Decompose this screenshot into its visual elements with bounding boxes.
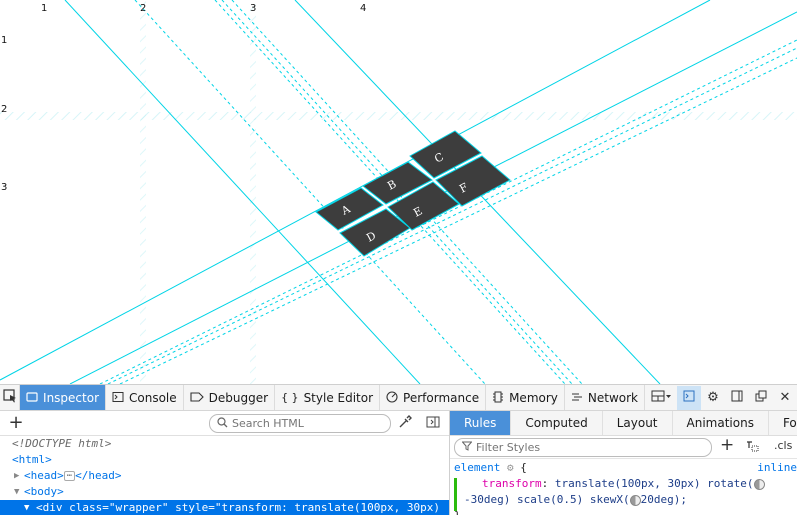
- markup-node-html[interactable]: <html>: [0, 452, 449, 468]
- gear-icon: ⚙: [707, 390, 719, 405]
- angle-swatch-icon[interactable]: [753, 478, 765, 490]
- markup-tree: <!DOCTYPE html> <html> ▶ <head> ⋯ </head> …: [0, 436, 449, 515]
- collapse-arrow-icon[interactable]: ▼: [24, 500, 29, 515]
- close-icon: ✕: [779, 390, 791, 405]
- toggle-pseudo-classes-button[interactable]: [746, 440, 760, 456]
- plus-icon: +: [720, 435, 735, 455]
- toggle-sidebar-button[interactable]: [426, 415, 440, 433]
- plus-icon: +: [8, 412, 24, 433]
- collapsed-content-badge[interactable]: ⋯: [63, 471, 76, 481]
- tab-network[interactable]: Network: [565, 385, 645, 410]
- rules-sidebar: Rules Computed Layout Animations Fo + .c…: [450, 411, 797, 515]
- changed-indicator: [454, 478, 457, 511]
- performance-icon: [386, 390, 398, 405]
- split-console-button[interactable]: [677, 385, 701, 410]
- layout-options-button[interactable]: [645, 386, 677, 410]
- page-viewport: A B C D E F 1 2 3 4 1 2 3: [0, 0, 797, 384]
- window-icon: [755, 390, 767, 406]
- grid-col-number: 4: [360, 3, 367, 14]
- search-icon: [217, 416, 228, 431]
- inspector-icon: [26, 391, 38, 405]
- console-icon: [112, 391, 124, 405]
- toolbar-right-controls: ⚙ ✕: [645, 385, 797, 410]
- property-value[interactable]: translate(100px, 30px) rotate(: [555, 477, 754, 490]
- markup-node-head[interactable]: ▶ <head> ⋯ </head>: [0, 468, 449, 484]
- element-rule-icon: ⚙: [506, 461, 514, 474]
- eyedropper-icon: [398, 415, 412, 433]
- memory-icon: [492, 391, 504, 405]
- settings-button[interactable]: ⚙: [701, 386, 725, 410]
- grid-col-number: 2: [140, 3, 147, 14]
- toggle-classes-button[interactable]: .cls: [774, 439, 792, 452]
- debugger-icon: [190, 391, 204, 405]
- network-icon: [571, 391, 583, 405]
- dock-side-button[interactable]: [725, 386, 749, 410]
- css-rule-element: element ⚙ { inline transform: translate(…: [450, 459, 797, 515]
- tab-rules[interactable]: Rules: [450, 411, 512, 435]
- tab-memory[interactable]: Memory: [486, 385, 565, 410]
- split-console-icon: [683, 390, 695, 406]
- tab-computed[interactable]: Computed: [511, 411, 603, 435]
- tab-style-editor[interactable]: { } Style Editor: [275, 385, 381, 410]
- tab-debugger[interactable]: Debugger: [184, 385, 276, 410]
- rule-declaration-wrap: -30deg) scale(0.5) skewX(20deg);: [464, 493, 687, 506]
- angle-swatch-icon[interactable]: [629, 494, 641, 506]
- element-picker-button[interactable]: [0, 385, 21, 410]
- tab-inspector[interactable]: Inspector: [20, 385, 107, 410]
- layout-icon: [651, 390, 671, 406]
- tab-console[interactable]: Console: [106, 385, 184, 410]
- grid-col-number: 1: [41, 3, 48, 14]
- rule-selector-line: element ⚙ { inline: [454, 460, 797, 476]
- markup-node-body[interactable]: ▼ <body>: [0, 484, 449, 500]
- separate-window-button[interactable]: [749, 386, 773, 410]
- css-grid-overlay: A B C D E F: [0, 0, 797, 384]
- rule-declaration[interactable]: transform: translate(100px, 30px) rotate…: [454, 476, 797, 492]
- tab-performance[interactable]: Performance: [380, 385, 487, 410]
- dock-side-icon: [731, 390, 743, 406]
- markup-node-div-wrapper[interactable]: ▼ <div class="wrapper" style="transform:…: [0, 500, 449, 515]
- tab-fonts[interactable]: Fo: [769, 411, 797, 435]
- add-rule-button[interactable]: +: [720, 435, 734, 455]
- grid-row-number: 1: [1, 35, 8, 46]
- filter-styles-box[interactable]: [454, 438, 712, 457]
- rule-selector: element: [454, 461, 501, 474]
- add-node-button[interactable]: +: [0, 411, 32, 435]
- collapse-arrow-icon[interactable]: ▼: [14, 484, 19, 500]
- grid-col-number: 3: [250, 3, 257, 14]
- expand-arrow-icon[interactable]: ▶: [14, 468, 19, 484]
- style-editor-icon: { }: [281, 391, 299, 404]
- pick-element-icon: [2, 389, 17, 406]
- rule-source[interactable]: inline: [757, 460, 797, 476]
- close-devtools-button[interactable]: ✕: [773, 386, 797, 410]
- sidebar-toggle-icon: [426, 416, 440, 433]
- rules-filter-row: + .cls: [450, 435, 797, 459]
- pseudo-class-icon: [746, 441, 760, 456]
- grid-row-number: 2: [1, 104, 8, 115]
- property-name[interactable]: transform: [482, 477, 542, 490]
- markup-node-doctype[interactable]: <!DOCTYPE html>: [0, 436, 449, 452]
- search-html-input[interactable]: [232, 417, 372, 430]
- grid-row-number: 3: [1, 182, 8, 193]
- sidebar-tabs: Rules Computed Layout Animations Fo: [450, 411, 797, 436]
- filter-styles-input[interactable]: [476, 441, 696, 454]
- filter-icon: [461, 441, 473, 454]
- eyedropper-button[interactable]: [398, 415, 412, 433]
- search-html-box[interactable]: [209, 414, 391, 433]
- tab-animations[interactable]: Animations: [673, 411, 769, 435]
- markup-toolbar: +: [0, 411, 449, 436]
- devtools-toolbar: Inspector Console Debugger { } Style Edi…: [0, 385, 797, 411]
- devtools-panel: Inspector Console Debugger { } Style Edi…: [0, 384, 797, 515]
- markup-view: + <!DOCTYPE html>: [0, 411, 450, 515]
- tab-layout[interactable]: Layout: [603, 411, 673, 435]
